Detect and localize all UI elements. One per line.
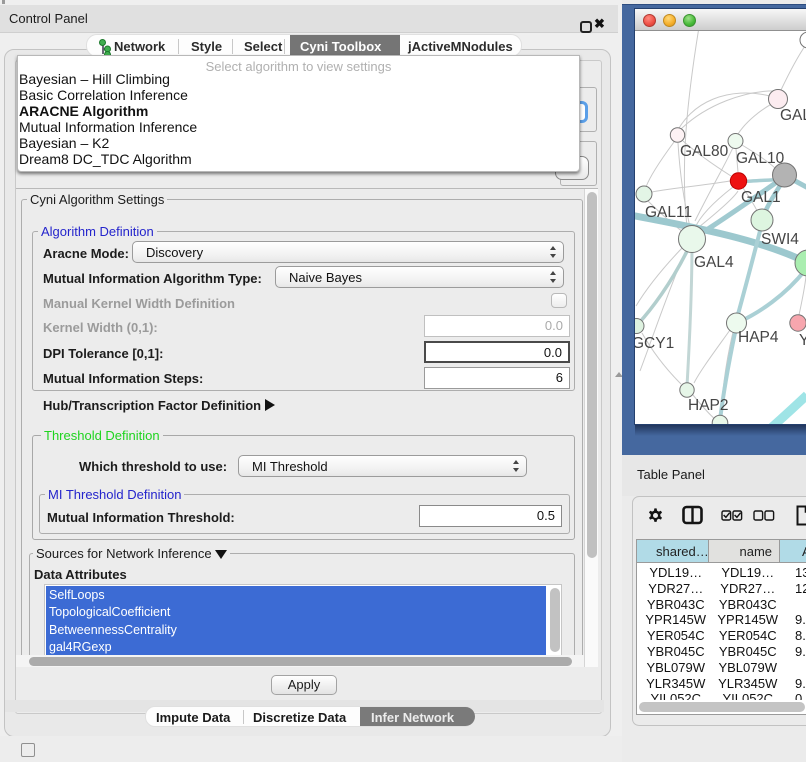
svg-text:GAL2: GAL2 xyxy=(780,107,806,124)
svg-text:GAL10: GAL10 xyxy=(736,150,785,167)
svg-text:GAL11: GAL11 xyxy=(645,204,692,221)
svg-text:Y: Y xyxy=(799,332,806,349)
svg-text:GAL80: GAL80 xyxy=(680,143,729,160)
svg-text:GAL4: GAL4 xyxy=(694,254,734,271)
svg-text:SWI4: SWI4 xyxy=(761,231,799,248)
svg-text:GCY1: GCY1 xyxy=(635,335,674,352)
svg-text:GAL1: GAL1 xyxy=(741,189,781,206)
svg-text:HAP4: HAP4 xyxy=(738,329,779,346)
svg-text:HAP2: HAP2 xyxy=(688,397,729,414)
